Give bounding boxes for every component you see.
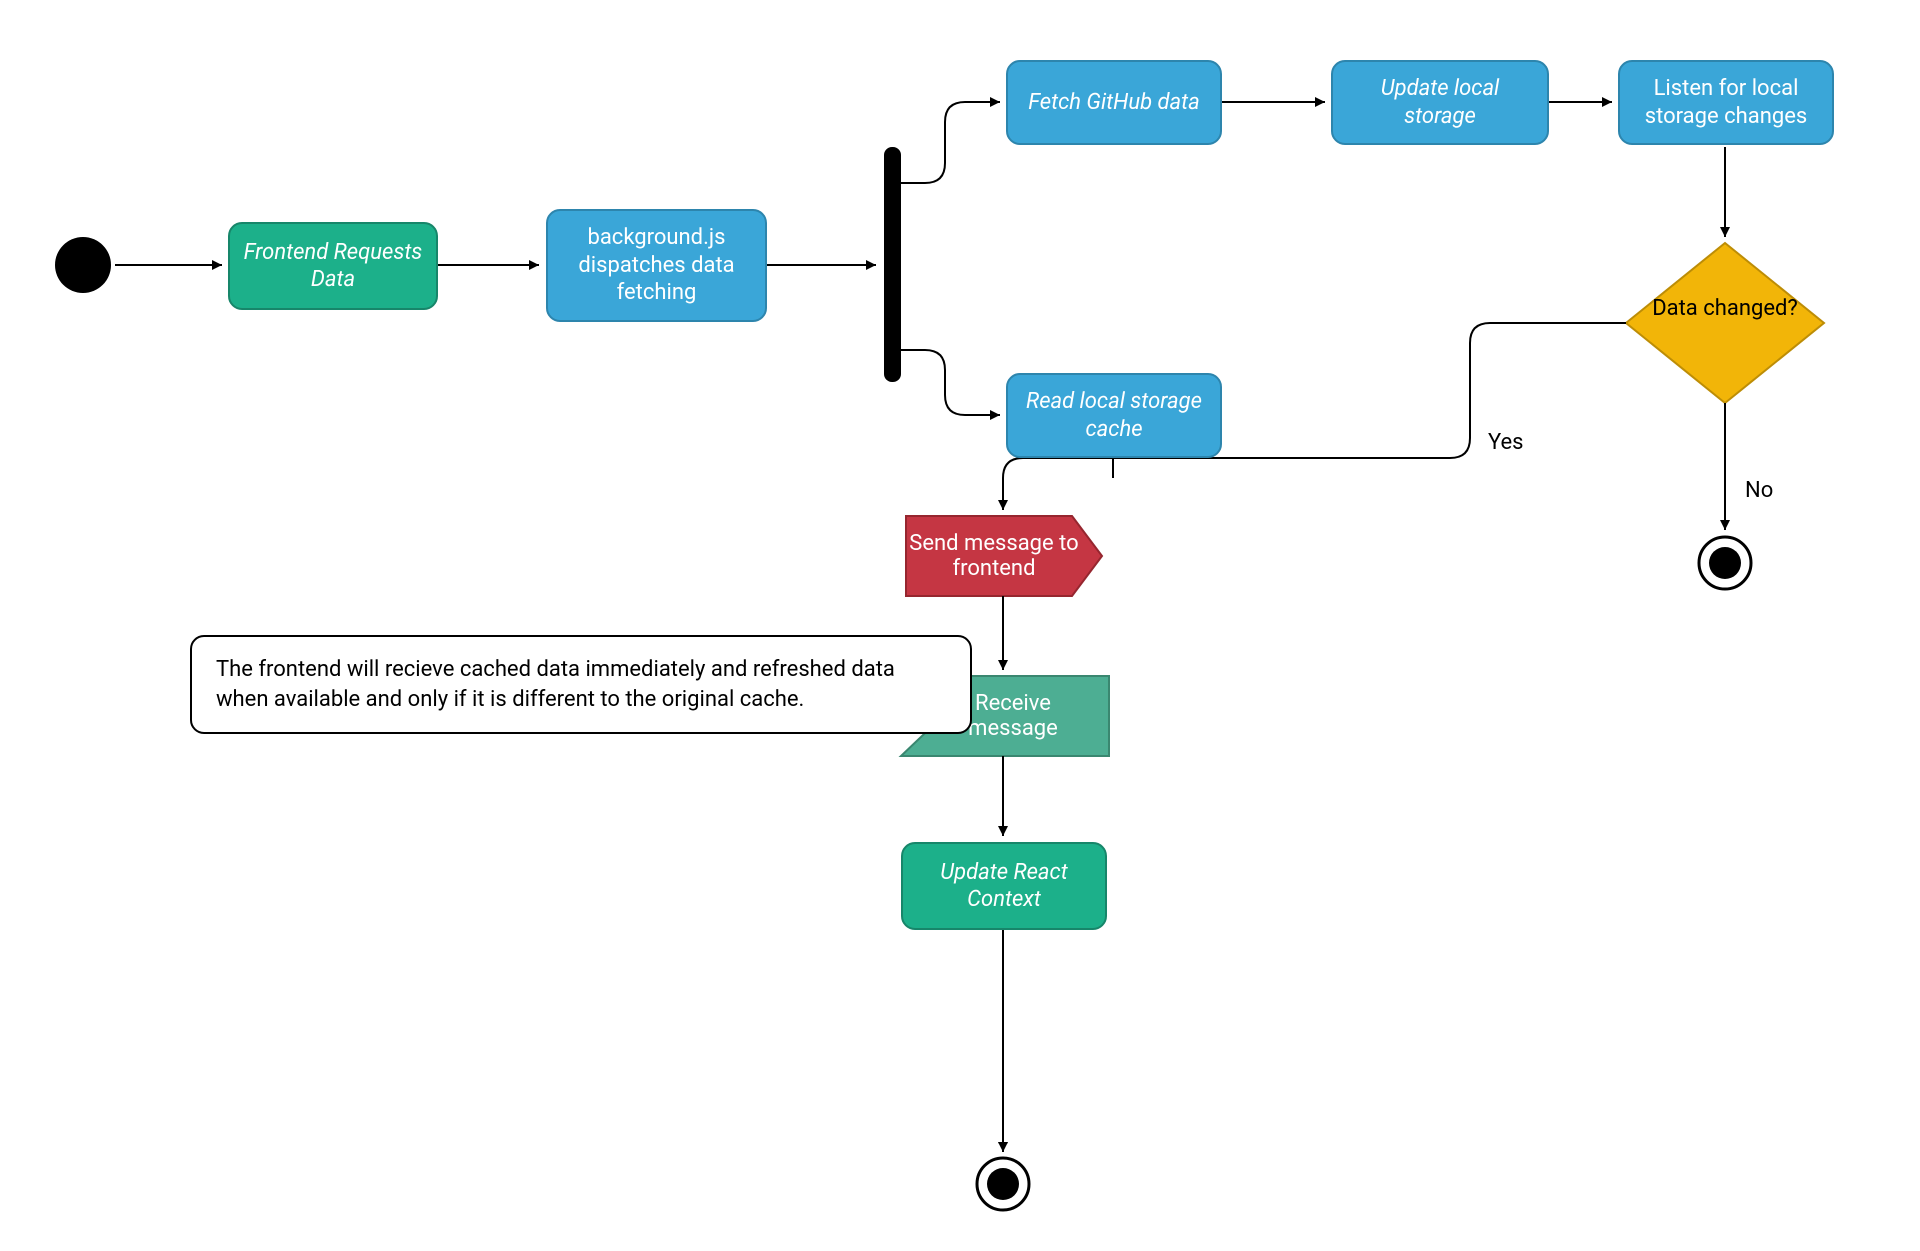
edges-layer-4 [0,0,1920,1251]
edge-label-no: No [1745,478,1773,503]
edge-label-yes-text: Yes [1488,430,1524,455]
note-text: The frontend will recieve cached data im… [216,657,895,712]
edge-label-yes: Yes [1488,430,1524,455]
edge-label-no-text: No [1745,478,1773,503]
note-box: The frontend will recieve cached data im… [190,635,972,734]
diagram-canvas: Frontend Requests Data background.js dis… [0,0,1920,1251]
